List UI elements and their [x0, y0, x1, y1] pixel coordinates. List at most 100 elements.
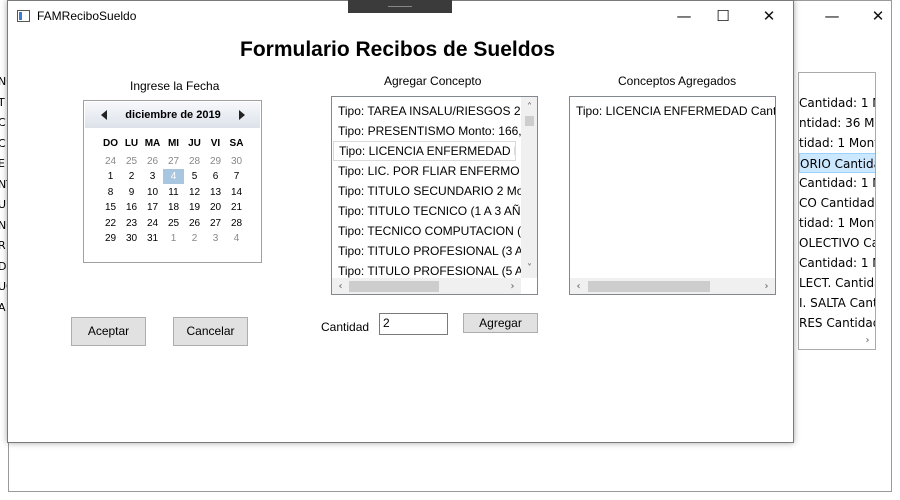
calendar-day[interactable]: 23: [121, 216, 142, 231]
concepts-list[interactable]: Tipo: TAREA INSALU/RIESGOS 2 M Tipo: PRES…: [331, 96, 538, 295]
date-calendar[interactable]: diciembre de 2019 DO LU MA MI JU VI SA 24 25 26 27…: [83, 100, 262, 263]
background-concepts-list[interactable]: Cantidad: 1 Montidad: 36 Montidad: 1 Mon…: [798, 72, 876, 350]
background-list-item[interactable]: Cantidad: 1 M: [799, 173, 875, 193]
calendar-day[interactable]: 4: [163, 169, 184, 185]
form-heading: Formulario Recibos de Sueldos: [240, 38, 556, 61]
previous-month-icon[interactable]: [101, 110, 107, 120]
calendar-day[interactable]: 15: [100, 200, 121, 215]
calendar-weekday: LU: [124, 138, 139, 149]
calendar-day[interactable]: 25: [163, 216, 184, 231]
calendar-day[interactable]: 30: [226, 154, 247, 169]
calendar-day[interactable]: 21: [226, 200, 247, 215]
next-month-icon[interactable]: [239, 110, 245, 120]
scroll-left-icon[interactable]: ‹: [570, 278, 587, 294]
concept-list-item[interactable]: Tipo: LIC. POR FLIAR ENFERMO Mo: [338, 161, 521, 181]
quantity-input[interactable]: 2: [379, 313, 448, 335]
calendar-day[interactable]: 8: [100, 185, 121, 200]
calendar-day[interactable]: 4: [226, 231, 247, 246]
calendar-day[interactable]: 7: [226, 169, 247, 184]
calendar-weekday: MA: [144, 138, 161, 149]
concept-list-item[interactable]: Tipo: TECNICO COMPUTACION (2: [338, 221, 521, 241]
background-list-item[interactable]: I. SALTA Cantid: [799, 293, 875, 313]
calendar-day[interactable]: 2: [121, 169, 142, 184]
calendar-day[interactable]: 1: [163, 231, 184, 246]
accept-button[interactable]: Aceptar: [71, 317, 146, 346]
concept-list-item[interactable]: Tipo: PRESENTISMO Monto: 166,5: [338, 121, 521, 141]
added-horizontal-scrollbar[interactable]: ‹ ›: [570, 278, 775, 294]
calendar-day[interactable]: 20: [205, 200, 226, 215]
calendar-day[interactable]: 25: [121, 154, 142, 169]
scroll-right-icon[interactable]: ›: [758, 278, 775, 294]
calendar-day[interactable]: 5: [184, 169, 205, 184]
added-concept-item[interactable]: Tipo: LICENCIA ENFERMEDAD Cantida: [576, 101, 775, 121]
bg-scroll-right-icon[interactable]: ›: [859, 332, 875, 349]
bg-minimize-icon[interactable]: —: [809, 1, 855, 31]
background-list-item[interactable]: OLECTIVO Cant: [799, 233, 875, 253]
calendar-day[interactable]: 3: [142, 169, 163, 184]
concepts-horizontal-scrollbar[interactable]: ‹ ›: [332, 278, 521, 294]
calendar-day[interactable]: 27: [205, 216, 226, 231]
calendar-day[interactable]: 13: [205, 185, 226, 200]
calendar-weekday: MI: [167, 138, 180, 149]
calendar-day[interactable]: 14: [226, 185, 247, 200]
concept-list-item[interactable]: Tipo: TITULO TECNICO (1 A 3 AÑO: [338, 201, 521, 221]
calendar-day[interactable]: 17: [142, 200, 163, 215]
calendar-day[interactable]: 19: [184, 200, 205, 215]
bg-close-icon[interactable]: ✕: [855, 1, 900, 31]
scroll-down-icon[interactable]: ˅: [521, 260, 537, 277]
drag-handle[interactable]: [348, 0, 452, 13]
calendar-day[interactable]: 16: [121, 200, 142, 215]
added-concepts-label: Conceptos Agregados: [618, 74, 737, 88]
background-list-item[interactable]: Cantidad: 1 M: [799, 253, 875, 273]
scroll-left-icon[interactable]: ‹: [332, 278, 349, 294]
concepts-vertical-scrollbar[interactable]: ˄ ˅: [521, 97, 537, 278]
calendar-day[interactable]: 3: [205, 231, 226, 246]
background-list-item[interactable]: tidad: 1 Monto: [799, 133, 875, 153]
background-list-item[interactable]: CO Cantidad:: [799, 193, 875, 213]
calendar-day[interactable]: 26: [142, 154, 163, 169]
calendar-day[interactable]: 10: [142, 185, 163, 200]
calendar-month[interactable]: diciembre de 2019: [115, 102, 231, 128]
calendar-day[interactable]: 24: [100, 154, 121, 169]
calendar-day[interactable]: 24: [142, 216, 163, 231]
calendar-day[interactable]: 27: [163, 154, 184, 169]
calendar-day[interactable]: 6: [205, 169, 226, 184]
scroll-up-icon[interactable]: ˄: [521, 99, 537, 116]
cancel-button[interactable]: Cancelar: [173, 317, 248, 346]
concept-list-item[interactable]: Tipo: TITULO PROFESIONAL (3 A 5: [338, 241, 521, 261]
calendar-day[interactable]: 29: [205, 154, 226, 169]
calendar-weekday: DO: [103, 138, 118, 149]
calendar-day[interactable]: 31: [142, 231, 163, 246]
calendar-day[interactable]: 30: [121, 231, 142, 246]
app-icon: [17, 10, 30, 22]
background-list-item[interactable]: Cantidad: 1 Mo: [799, 93, 875, 113]
background-list-item[interactable]: tidad: 1 Monto: [799, 213, 875, 233]
background-list-item[interactable]: RES Cantidad:: [799, 313, 875, 333]
scroll-thumb[interactable]: [525, 116, 534, 126]
close-icon[interactable]: ✕: [746, 1, 792, 31]
scroll-right-icon[interactable]: ›: [504, 278, 521, 294]
calendar-day[interactable]: 28: [184, 154, 205, 169]
scroll-thumb[interactable]: [588, 281, 710, 292]
background-list-item[interactable]: ntidad: 36 Mon: [799, 113, 875, 133]
calendar-day[interactable]: 26: [184, 216, 205, 231]
calendar-day[interactable]: 22: [100, 216, 121, 231]
calendar-day[interactable]: 1: [100, 169, 121, 184]
maximize-icon[interactable]: ☐: [700, 1, 746, 31]
calendar-day[interactable]: 12: [184, 185, 205, 200]
concept-list-item[interactable]: Tipo: LICENCIA ENFERMEDAD Mon: [333, 141, 516, 161]
date-label: Ingrese la Fecha: [130, 79, 220, 93]
background-list-item[interactable]: ORIO Cantidad: [799, 153, 875, 173]
concept-list-item[interactable]: Tipo: TITULO SECUNDARIO 2 Mon: [338, 181, 521, 201]
calendar-day[interactable]: 11: [163, 185, 184, 200]
calendar-day[interactable]: 2: [184, 231, 205, 246]
background-list-item[interactable]: LECT. Cantidad: [799, 273, 875, 293]
concept-list-item[interactable]: Tipo: TAREA INSALU/RIESGOS 2 M: [338, 101, 521, 121]
calendar-day[interactable]: 9: [121, 185, 142, 200]
calendar-day[interactable]: 28: [226, 216, 247, 231]
scroll-thumb[interactable]: [349, 281, 439, 292]
calendar-day[interactable]: 18: [163, 200, 184, 215]
added-concepts-list[interactable]: Tipo: LICENCIA ENFERMEDAD Cantida ‹ ›: [569, 96, 776, 295]
add-button[interactable]: Agregar: [463, 313, 538, 333]
calendar-day[interactable]: 29: [100, 231, 121, 246]
